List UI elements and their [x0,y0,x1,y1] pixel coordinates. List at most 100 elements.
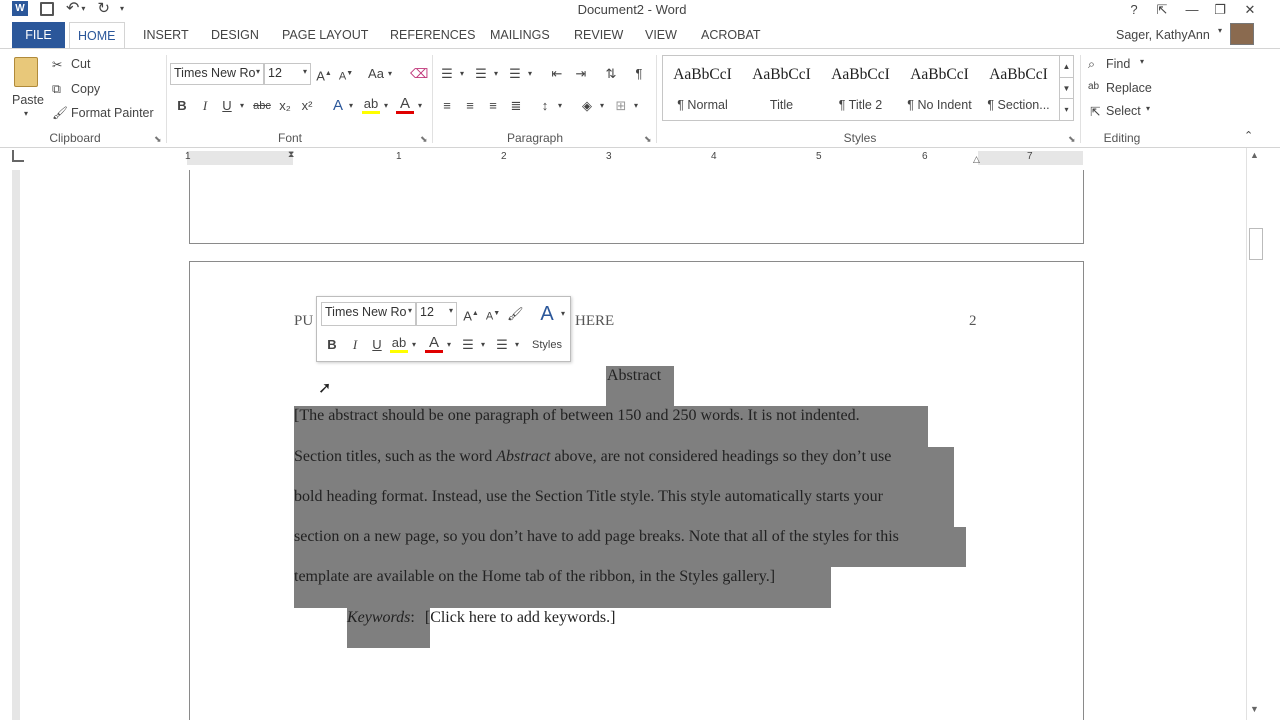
italic-button[interactable]: I [198,96,212,116]
paragraph-launcher-icon[interactable]: ⬊ [644,134,652,145]
tab-insert[interactable]: INSERT [135,22,197,48]
abstract-line-2[interactable]: Section titles, such as the word Abstrac… [294,448,891,466]
select-dropdown-icon[interactable]: ▾ [1146,104,1150,113]
borders-dropdown-icon[interactable]: ▾ [632,96,640,116]
format-painter-button[interactable]: Format Painter [71,106,154,120]
subscript-button[interactable]: x₂ [276,96,294,116]
avatar[interactable] [1230,23,1254,45]
sort-icon[interactable]: ⇅ [602,64,620,84]
abstract-line-4[interactable]: section on a new page, so you don’t have… [294,528,899,546]
gallery-scroll-down-icon[interactable]: ▼ [1059,77,1073,98]
ribbon-display-options-icon[interactable]: ⇱ [1148,0,1176,20]
mini-font-color-icon[interactable]: A [425,335,443,355]
mini-grow-font-icon[interactable]: A▲ [463,304,479,324]
tab-design[interactable]: DESIGN [203,22,267,48]
mini-bullets-dropdown-icon[interactable]: ▾ [479,335,487,355]
text-effects-icon[interactable]: A [330,96,346,116]
user-dropdown-icon[interactable]: ▾ [1218,26,1222,35]
scissors-icon[interactable]: ✂ [52,57,62,72]
mini-format-painter-icon[interactable]: 🖌 [507,304,524,324]
mini-underline-button[interactable]: U [370,335,384,355]
restore-button[interactable]: ❐ [1206,0,1234,20]
binoculars-icon[interactable]: ⌕ [1088,57,1095,72]
collapse-ribbon-icon[interactable]: ⌃ [1244,129,1253,142]
style-title-2[interactable]: AaBbCcI ¶ Title 2 [821,56,900,120]
tab-home[interactable]: HOME [69,22,125,48]
tab-references[interactable]: REFERENCES [382,22,483,48]
superscript-button[interactable]: x² [298,96,316,116]
show-formatting-marks-icon[interactable]: ¶ [630,64,648,84]
align-left-icon[interactable]: ≡ [438,96,456,116]
format-painter-icon[interactable]: 🖌 [52,106,68,121]
find-button[interactable]: Find [1106,57,1130,71]
bold-button[interactable]: B [175,96,189,116]
abstract-line-1[interactable]: [The abstract should be one paragraph of… [294,407,860,425]
abstract-heading[interactable]: Abstract [607,367,661,385]
decrease-indent-icon[interactable]: ⇤ [548,64,566,84]
align-right-icon[interactable]: ≡ [484,96,502,116]
grow-font-icon[interactable]: A▲ [316,64,332,84]
mini-styles-icon[interactable]: A [535,302,559,326]
multilevel-dropdown-icon[interactable]: ▾ [526,64,534,84]
paste-icon[interactable] [14,57,38,87]
tab-page-layout[interactable]: PAGE LAYOUT [274,22,376,48]
mini-bullets-icon[interactable]: ☰ [459,335,477,355]
right-indent-marker-icon[interactable]: △ [973,154,980,165]
styles-launcher-icon[interactable]: ⬊ [1068,134,1076,145]
mini-styles-label[interactable]: Styles [529,335,565,355]
indent-marker-icon[interactable]: ⧗ [288,149,294,160]
font-name-combo[interactable]: Times New Ro ▾ [170,63,264,85]
mini-highlight-dropdown-icon[interactable]: ▾ [410,335,418,355]
mini-highlight-icon[interactable]: ab [390,335,408,355]
font-color-dropdown-icon[interactable]: ▾ [416,96,424,116]
tab-acrobat[interactable]: ACROBAT [693,22,769,48]
mini-font-name-combo[interactable]: Times New Ro ▾ [321,302,416,326]
highlight-color-icon[interactable]: ab [362,96,380,116]
mini-bold-button[interactable]: B [325,335,339,355]
abstract-line-5[interactable]: template are available on the Home tab o… [294,568,775,586]
text-effects-dropdown-icon[interactable]: ▾ [347,96,355,116]
borders-icon[interactable]: ⊞ [612,96,630,116]
style-title[interactable]: AaBbCcI Title [742,56,821,120]
cut-button[interactable]: Cut [71,57,90,71]
scroll-down-icon[interactable]: ▼ [1250,704,1259,714]
tab-view[interactable]: VIEW [637,22,685,48]
vertical-ruler[interactable] [12,170,20,720]
highlight-dropdown-icon[interactable]: ▾ [382,96,390,116]
copy-button[interactable]: Copy [71,82,100,96]
gallery-scroll-up-icon[interactable]: ▲ [1059,56,1073,77]
tab-selector-icon[interactable] [12,150,24,162]
justify-icon[interactable]: ≣ [507,96,525,116]
find-dropdown-icon[interactable]: ▾ [1140,57,1144,66]
mini-italic-button[interactable]: I [348,335,362,355]
replace-button[interactable]: Replace [1106,81,1152,95]
bullets-dropdown-icon[interactable]: ▾ [458,64,466,84]
select-button[interactable]: Select [1106,104,1141,118]
mini-styles-dropdown-icon[interactable]: ▾ [559,304,567,324]
font-launcher-icon[interactable]: ⬊ [420,134,428,145]
scroll-thumb[interactable] [1249,228,1263,260]
multilevel-list-icon[interactable]: ☰ [506,64,524,84]
numbering-dropdown-icon[interactable]: ▾ [492,64,500,84]
line-spacing-icon[interactable]: ↕ [536,96,554,116]
clear-formatting-icon[interactable]: ⌫ [410,64,428,84]
gallery-more-icon[interactable]: ▾ [1059,98,1073,120]
vertical-scrollbar[interactable]: ▲ ▼ [1246,148,1264,720]
copy-icon[interactable]: ⧉ [52,82,61,97]
increase-indent-icon[interactable]: ⇥ [572,64,590,84]
change-case-button[interactable]: Aa [366,64,386,84]
page-1-bottom[interactable] [189,170,1084,244]
mini-font-size-combo[interactable]: 12 ▾ [416,302,457,326]
horizontal-ruler[interactable]: 1 1 2 3 4 5 6 7 ⧗ △ [185,149,1083,165]
strikethrough-button[interactable]: abc [252,96,272,116]
tab-review[interactable]: REVIEW [566,22,631,48]
tab-file[interactable]: FILE [12,22,65,48]
tab-mailings[interactable]: MAILINGS [482,22,558,48]
close-button[interactable]: ✕ [1236,0,1264,20]
minimize-button[interactable]: — [1178,0,1206,20]
underline-dropdown-icon[interactable]: ▾ [238,96,246,116]
abstract-line-3[interactable]: bold heading format. Instead, use the Se… [294,488,883,506]
shading-icon[interactable]: ◈ [578,96,596,116]
font-color-icon[interactable]: A [396,96,414,116]
select-arrow-icon[interactable]: ⇱ [1090,104,1100,119]
